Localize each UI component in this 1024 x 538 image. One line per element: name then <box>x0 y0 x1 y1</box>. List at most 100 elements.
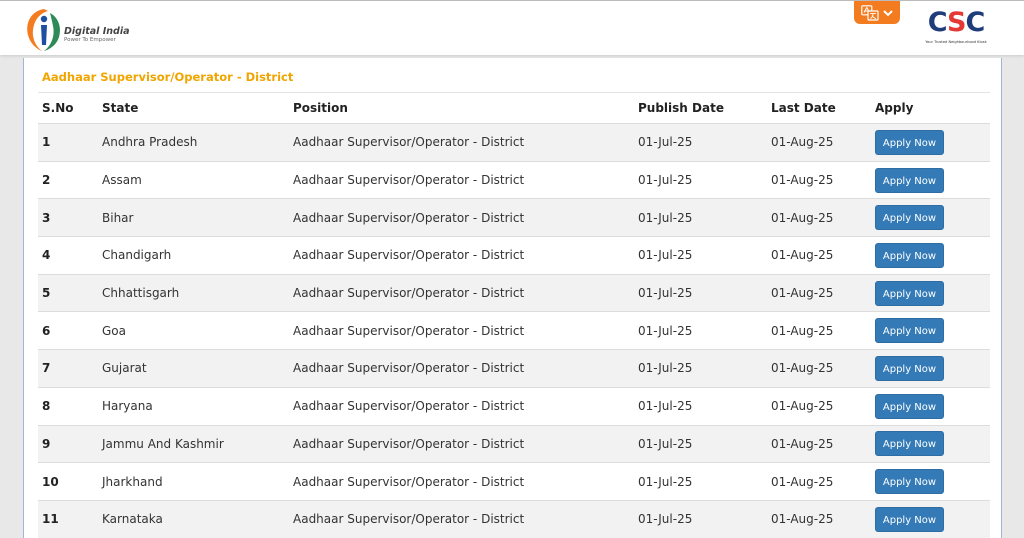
csc-logo[interactable]: CSC Your Trusted Neighbourhood Kiosk <box>918 7 994 51</box>
chevron-down-icon <box>883 9 893 16</box>
page-title: Aadhaar Supervisor/Operator - District <box>42 70 294 84</box>
cell-apply: Apply Now <box>871 161 990 200</box>
cell-publish-date: 01-Jul-25 <box>634 311 767 351</box>
cell-sno: 5 <box>38 274 98 313</box>
digital-india-subtitle: Power To Empower <box>64 37 116 43</box>
table-row: 9 Jammu And Kashmir Aadhaar Supervisor/Ope… <box>38 425 990 464</box>
csc-logo-letters: CSC <box>927 7 986 38</box>
table-row: 11 Karnataka Aadhaar Supervisor/Operator -… <box>38 500 990 538</box>
csc-tagline: Your Trusted Neighbourhood Kiosk <box>925 40 987 44</box>
cell-state: Haryana <box>98 387 289 426</box>
cell-last-date: 01-Aug-25 <box>767 198 871 238</box>
apply-now-button[interactable]: Apply Now <box>875 431 944 457</box>
cell-sno: 3 <box>38 198 98 238</box>
table-row: 5 Chhattisgarh Aadhaar Supervisor/Operator… <box>38 274 990 313</box>
cell-sno: 11 <box>38 500 98 538</box>
cell-state: Jharkhand <box>98 462 289 501</box>
header-publish-date: Publish Date <box>634 92 767 124</box>
table-row: 2 Assam Aadhaar Supervisor/Operator - Dist… <box>38 161 990 200</box>
cell-last-date: 01-Aug-25 <box>767 387 871 426</box>
cell-publish-date: 01-Jul-25 <box>634 425 767 464</box>
vacancy-card: Aadhaar Supervisor/Operator - District S… <box>23 58 1002 538</box>
header-sno: S.No <box>38 92 98 124</box>
table-row: 1 Andhra Pradesh Aadhaar Supervisor/Operat… <box>38 123 990 162</box>
cell-publish-date: 01-Jul-25 <box>634 387 767 426</box>
cell-state: Chandigarh <box>98 236 289 275</box>
cell-apply: Apply Now <box>871 311 990 351</box>
cell-state: Jammu And Kashmir <box>98 425 289 464</box>
cell-position: Aadhaar Supervisor/Operator - District <box>289 311 634 351</box>
header-state: State <box>98 92 289 124</box>
apply-now-button[interactable]: Apply Now <box>875 469 944 495</box>
header-position: Position <box>289 92 634 124</box>
cell-publish-date: 01-Jul-25 <box>634 274 767 313</box>
cell-state: Gujarat <box>98 349 289 388</box>
cell-position: Aadhaar Supervisor/Operator - District <box>289 425 634 464</box>
apply-now-button[interactable]: Apply Now <box>875 167 944 193</box>
cell-state: Andhra Pradesh <box>98 123 289 162</box>
cell-apply: Apply Now <box>871 236 990 275</box>
cell-sno: 8 <box>38 387 98 426</box>
table-row: 7 Gujarat Aadhaar Supervisor/Operator - Di… <box>38 349 990 388</box>
apply-now-button[interactable]: Apply Now <box>875 129 944 155</box>
cell-state: Assam <box>98 161 289 200</box>
digital-india-text: Digital India Power To Empower <box>64 27 129 44</box>
apply-now-button[interactable]: Apply Now <box>875 318 944 344</box>
cell-publish-date: 01-Jul-25 <box>634 198 767 238</box>
cell-apply: Apply Now <box>871 500 990 538</box>
translate-icon <box>861 4 879 21</box>
cell-position: Aadhaar Supervisor/Operator - District <box>289 462 634 501</box>
cell-last-date: 01-Aug-25 <box>767 123 871 162</box>
cell-position: Aadhaar Supervisor/Operator - District <box>289 349 634 388</box>
table-row: 4 Chandigarh Aadhaar Supervisor/Operator -… <box>38 236 990 275</box>
cell-position: Aadhaar Supervisor/Operator - District <box>289 198 634 238</box>
cell-apply: Apply Now <box>871 123 990 162</box>
cell-publish-date: 01-Jul-25 <box>634 462 767 501</box>
cell-last-date: 01-Aug-25 <box>767 500 871 538</box>
apply-now-button[interactable]: Apply Now <box>875 280 944 306</box>
digital-india-title: Digital India <box>64 26 130 37</box>
cell-last-date: 01-Aug-25 <box>767 462 871 501</box>
vacancy-table: S.No State Position Publish Date Last Da… <box>38 92 990 538</box>
table-header-row: S.No State Position Publish Date Last Da… <box>38 92 990 124</box>
header-apply: Apply <box>871 92 990 124</box>
site-header: Digital India Power To Empower CSC Your … <box>0 0 1024 55</box>
cell-publish-date: 01-Jul-25 <box>634 161 767 200</box>
cell-last-date: 01-Aug-25 <box>767 311 871 351</box>
digital-india-logo[interactable] <box>22 5 66 53</box>
cell-sno: 9 <box>38 425 98 464</box>
cell-publish-date: 01-Jul-25 <box>634 349 767 388</box>
cell-position: Aadhaar Supervisor/Operator - District <box>289 500 634 538</box>
cell-sno: 2 <box>38 161 98 200</box>
table-row: 10 Jharkhand Aadhaar Supervisor/Operator -… <box>38 462 990 501</box>
header-last-date: Last Date <box>767 92 871 124</box>
cell-state: Bihar <box>98 198 289 238</box>
apply-now-button[interactable]: Apply Now <box>875 506 944 532</box>
cell-sno: 6 <box>38 311 98 351</box>
cell-last-date: 01-Aug-25 <box>767 236 871 275</box>
cell-sno: 4 <box>38 236 98 275</box>
cell-publish-date: 01-Jul-25 <box>634 500 767 538</box>
table-row: 3 Bihar Aadhaar Supervisor/Operator - Dist… <box>38 198 990 238</box>
apply-now-button[interactable]: Apply Now <box>875 205 944 231</box>
cell-apply: Apply Now <box>871 349 990 388</box>
cell-publish-date: 01-Jul-25 <box>634 236 767 275</box>
cell-last-date: 01-Aug-25 <box>767 161 871 200</box>
apply-now-button[interactable]: Apply Now <box>875 393 944 419</box>
apply-now-button[interactable]: Apply Now <box>875 355 944 381</box>
language-button[interactable] <box>854 1 900 24</box>
cell-sno: 10 <box>38 462 98 501</box>
cell-sno: 7 <box>38 349 98 388</box>
cell-apply: Apply Now <box>871 462 990 501</box>
cell-position: Aadhaar Supervisor/Operator - District <box>289 236 634 275</box>
cell-state: Chhattisgarh <box>98 274 289 313</box>
cell-sno: 1 <box>38 123 98 162</box>
table-row: 8 Haryana Aadhaar Supervisor/Operator - Di… <box>38 387 990 426</box>
cell-apply: Apply Now <box>871 387 990 426</box>
cell-last-date: 01-Aug-25 <box>767 349 871 388</box>
cell-apply: Apply Now <box>871 198 990 238</box>
cell-position: Aadhaar Supervisor/Operator - District <box>289 123 634 162</box>
apply-now-button[interactable]: Apply Now <box>875 242 944 268</box>
cell-apply: Apply Now <box>871 274 990 313</box>
cell-state: Karnataka <box>98 500 289 538</box>
